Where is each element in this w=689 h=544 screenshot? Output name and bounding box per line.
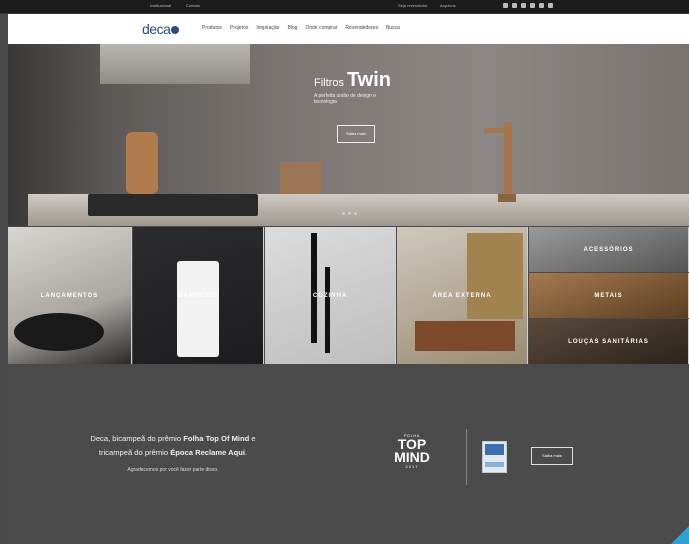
twitter-icon[interactable] [512, 3, 517, 8]
category-metais[interactable]: METAIS [529, 273, 689, 318]
nav-menu: Produtos Projetos Inspiração Blog Onde c… [202, 25, 400, 31]
award-name-reclame-aqui: Época Reclame Aqui [170, 448, 246, 457]
top-of-mind-year: 2017 [405, 464, 419, 469]
slider-dot[interactable] [348, 212, 351, 215]
black-basin-image [14, 313, 104, 351]
stove-image [88, 194, 258, 216]
nav-item-busca[interactable]: Busca [386, 25, 400, 31]
awards-text: e [249, 434, 256, 443]
top-of-mind-logo: FOLHA TOP MIND 2017 [380, 433, 444, 483]
range-hood-image [100, 44, 250, 84]
hero-title-main: Twin [346, 69, 392, 91]
main-navigation: deca Produtos Projetos Inspiração Blog O… [8, 14, 689, 44]
pinterest-icon[interactable] [539, 3, 544, 8]
hero-title-prefix: Filtros [314, 77, 344, 89]
corner-accent [671, 526, 689, 544]
awards-text: . [245, 448, 248, 457]
awards-message: Deca, bicampeã do prêmio Folha Top Of Mi… [8, 432, 338, 460]
nav-item-projetos[interactable]: Projetos [230, 25, 248, 31]
awards-text: Deca, bicampeã do prêmio [90, 434, 184, 443]
nav-item-produtos[interactable]: Produtos [202, 25, 222, 31]
facebook-icon[interactable] [503, 3, 508, 8]
awards-cta-button[interactable]: Saiba mais [531, 447, 573, 465]
awards-text: tricampeã do prêmio [98, 448, 171, 457]
category-grid: LANÇAMENTOS BANHEIRO COZINHA ÁREA EXTERN… [8, 227, 689, 364]
deca-logo[interactable]: deca [142, 21, 180, 37]
kitchen-faucet-hose-image [325, 267, 330, 353]
logo-mark-icon [171, 26, 180, 35]
hero-title: Filtros Twin [314, 69, 391, 92]
category-loucas-sanitarias[interactable]: LOUÇAS SANITÁRIAS [529, 319, 689, 364]
topbar-link-contato[interactable]: Contato [186, 3, 200, 8]
social-icons [503, 3, 553, 8]
top-utility-bar: Institucional Contato Seja revendedor Ar… [0, 0, 689, 14]
reclame-aqui-badge-icon [482, 441, 507, 473]
category-label: ÁREA EXTERNA [432, 293, 492, 299]
kitchen-faucet-image [311, 233, 317, 343]
category-label: METAIS [594, 293, 623, 299]
category-label: LOUÇAS SANITÁRIAS [568, 339, 649, 345]
logo-text: deca [142, 21, 171, 37]
copper-faucet-image [484, 122, 516, 202]
category-banheiro[interactable]: BANHEIRO [133, 227, 264, 364]
award-name-top-of-mind: Folha Top Of Mind [183, 434, 250, 443]
nav-item-onde-comprar[interactable]: Onde comprar [305, 25, 337, 31]
linkedin-icon[interactable] [548, 3, 553, 8]
nav-item-inspiracao[interactable]: Inspiração [256, 25, 279, 31]
category-acessorios[interactable]: ACESSÓRIOS [529, 227, 689, 272]
category-label: COZINHA [312, 293, 348, 299]
topbar-link-arquivos[interactable]: Arquivos [440, 3, 456, 8]
hero-subtitle: A perfeita união de design e tecnologia [314, 93, 376, 105]
slider-dot[interactable] [342, 212, 345, 215]
youtube-icon[interactable] [530, 3, 535, 8]
category-lancamentos[interactable]: LANÇAMENTOS [8, 227, 132, 364]
nav-item-blog[interactable]: Blog [287, 25, 297, 31]
category-label: ACESSÓRIOS [583, 247, 634, 253]
hero-banner[interactable]: Filtros Twin A perfeita união de design e… [8, 44, 689, 226]
wood-wall-image [467, 233, 523, 319]
awards-divider [466, 429, 467, 485]
category-area-externa[interactable]: ÁREA EXTERNA [397, 227, 528, 364]
topbar-link-institucional[interactable]: Institucional [150, 3, 171, 8]
wood-floor-image [415, 321, 515, 351]
top-of-mind-title-2: MIND [394, 449, 430, 465]
topbar-link-revendedor[interactable]: Seja revendedor [398, 3, 427, 8]
nav-item-revendedores[interactable]: Revendedores [345, 25, 378, 31]
slider-dot[interactable] [354, 212, 357, 215]
category-label: BANHEIRO [177, 293, 218, 299]
slider-dots [342, 212, 357, 215]
awards-thanks: Agradecemos por você fazer parte disso. [127, 467, 219, 473]
instagram-icon[interactable] [521, 3, 526, 8]
awards-section: Deca, bicampeã do prêmio Folha Top Of Mi… [8, 365, 689, 544]
category-cozinha[interactable]: COZINHA [265, 227, 396, 364]
toilet-image [177, 261, 219, 357]
cutting-board-image [126, 132, 158, 194]
hero-cta-button[interactable]: Saiba mais [337, 125, 375, 143]
category-label: LANÇAMENTOS [40, 293, 99, 299]
